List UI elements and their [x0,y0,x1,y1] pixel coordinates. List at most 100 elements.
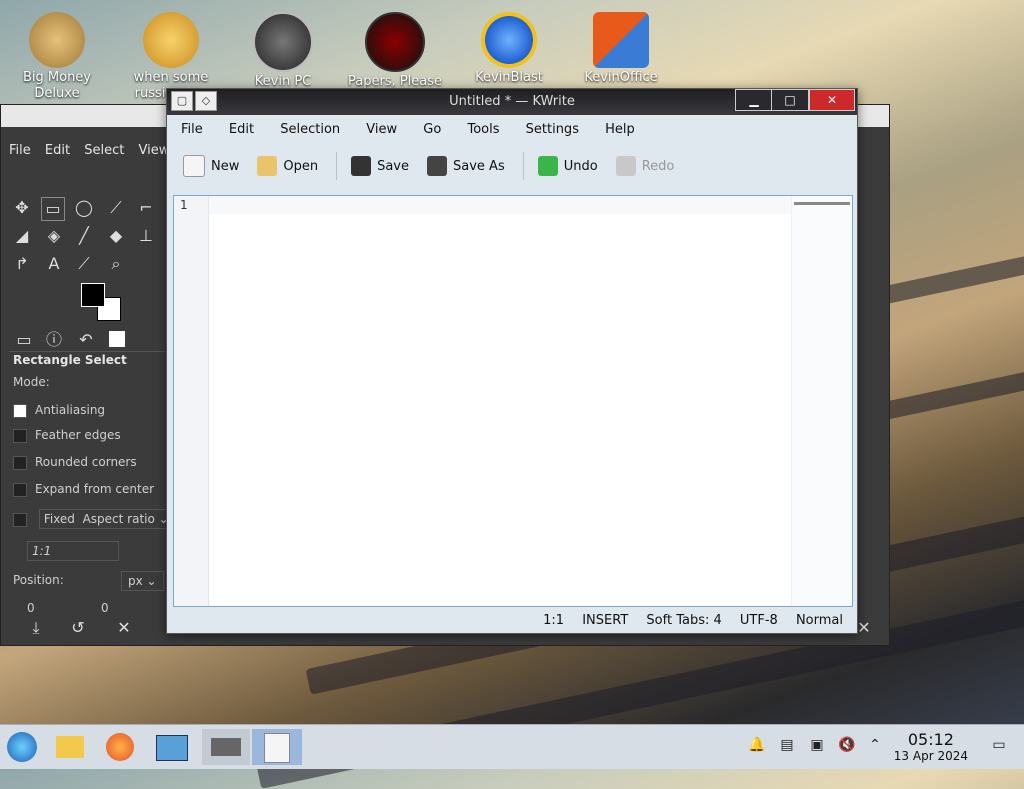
bucket-fill-tool-icon[interactable]: ◈ [43,225,65,247]
notifications-icon[interactable]: 🔔 [748,737,766,755]
antialiasing-option[interactable]: Antialiasing [13,403,105,418]
eraser-tool-icon[interactable]: ◆ [105,225,127,247]
chevron-up-icon[interactable]: ⌃ [866,737,884,755]
indentation-setting[interactable]: Soft Tabs: 4 [646,613,721,628]
crop-tool-icon[interactable]: ⌐ [135,197,157,219]
input-mode[interactable]: Normal [796,613,843,628]
delete-icon[interactable]: ✕ [113,617,135,639]
clipboard-icon[interactable]: ▤ [778,737,796,755]
papers-please-icon [365,12,425,72]
window-title: Untitled * — KWrite [449,94,575,109]
clock[interactable]: 05:12 13 Apr 2024 [894,731,968,764]
gauge-icon [253,12,313,72]
path-tool-icon[interactable]: ↱ [11,253,33,275]
move-tool-icon[interactable]: ✥ [11,197,33,219]
menu-view[interactable]: View [366,122,397,137]
save-as-button[interactable]: Save As [427,156,505,176]
desktop-icon-papers-please[interactable]: Papers, Please [340,6,450,90]
menu-selection[interactable]: Selection [280,122,340,137]
app-menu-icon[interactable]: ▢ [171,91,193,111]
maximize-button[interactable]: □ [771,89,809,111]
toolbar-separator [336,152,338,180]
foreground-color-swatch[interactable] [81,283,105,307]
ratio-input[interactable]: 1:1 [27,541,119,561]
position-unit-dropdown[interactable]: px ⌄ [121,571,164,591]
redo-button[interactable]: Redo [615,156,674,176]
redo-arrow-icon [615,156,636,176]
position-label: Position: [13,573,64,587]
rounded-corners-option[interactable]: Rounded corners [13,455,137,470]
mode-label: Mode: [13,375,50,389]
gimp-icon [211,738,241,756]
position-y-input[interactable]: 0 [101,601,109,615]
color-picker-tool-icon[interactable]: ⟋ [73,253,95,275]
save-button[interactable]: Save [351,156,409,176]
checkbox-icon[interactable] [13,512,27,527]
images-tab-icon[interactable] [109,331,125,347]
lasso-tool-icon[interactable]: ◯ [73,197,95,219]
tool-options-tab-icon[interactable]: ▭ [13,329,35,351]
current-line-highlight [209,196,852,214]
taskbar-firefox[interactable] [100,729,140,765]
pin-icon[interactable]: ◇ [195,91,217,111]
checkbox-icon[interactable] [13,428,27,443]
expand-from-center-option[interactable]: Expand from center [13,482,154,497]
zoom-tool-icon[interactable]: ⌕ [105,253,127,275]
menu-go[interactable]: Go [423,122,441,137]
show-desktop-icon[interactable]: ▭ [990,737,1008,755]
taskbar-gimp[interactable] [202,729,250,765]
taskbar-file-manager[interactable] [50,729,90,765]
volume-muted-icon[interactable]: 🔇 [838,737,856,755]
restore-icon[interactable]: ↺ [67,617,89,639]
minimap-handle[interactable] [794,202,850,205]
checkbox-icon[interactable] [13,455,27,470]
transform-tool-icon[interactable]: ◢ [11,225,33,247]
undo-history-tab-icon[interactable]: ↶ [75,329,97,351]
device-status-tab-icon[interactable]: ⓘ [43,329,65,351]
checkbox-icon[interactable] [13,482,27,497]
menu-edit[interactable]: Edit [229,122,254,137]
line-number: 1 [180,198,188,212]
close-button[interactable]: ✕ [809,89,855,111]
start-menu-button[interactable] [2,729,42,765]
menu-help[interactable]: Help [605,122,635,137]
menu-file[interactable]: File [181,122,203,137]
menu-settings[interactable]: Settings [526,122,579,137]
fixed-dropdown[interactable]: Fixed Aspect ratio ⌄ [38,509,174,529]
feather-edges-option[interactable]: Feather edges [13,428,121,443]
open-button[interactable]: Open [257,156,318,176]
minimap-scrollbar[interactable] [791,196,852,606]
gimp-menu-view[interactable]: View [138,143,169,158]
save-tool-preset-icon[interactable]: ⤓ [25,617,47,639]
gimp-menubar: File Edit Select View [9,143,179,158]
text-tool-icon[interactable]: A [43,253,65,275]
paintbrush-tool-icon[interactable]: ╱ [73,225,95,247]
gimp-menu-file[interactable]: File [9,143,31,158]
menu-tools[interactable]: Tools [467,122,499,137]
gimp-menu-edit[interactable]: Edit [45,143,70,158]
text-editor[interactable]: 1 [173,195,853,607]
checkbox-checked-icon[interactable] [13,403,27,418]
burst-icon [481,12,537,68]
gimp-menu-select[interactable]: Select [84,143,124,158]
rect-select-tool-icon[interactable]: ▭ [41,197,65,221]
taskbar-kwrite[interactable] [252,729,302,765]
money-bag-icon [29,12,85,68]
insert-mode[interactable]: INSERT [582,613,628,628]
fixed-option[interactable]: Fixed Aspect ratio ⌄ [13,509,174,529]
line-number-gutter: 1 [174,196,209,606]
kwrite-titlebar[interactable]: ▢ ◇ Untitled * — KWrite ▁ □ ✕ [167,89,857,115]
desktop-icon-kevinoffice[interactable]: KevinOffice [566,6,676,86]
desktop-icon-big-money[interactable]: Big Money Deluxe [2,6,112,102]
taskbar-system-settings[interactable] [152,729,192,765]
desktop-icon-kevinblast[interactable]: KevinBlast [454,6,564,86]
minimize-button[interactable]: ▁ [735,89,773,111]
position-x-input[interactable]: 0 [27,601,35,615]
fuzzy-select-tool-icon[interactable]: ⟋ [105,197,127,219]
cursor-position[interactable]: 1:1 [543,613,564,628]
encoding[interactable]: UTF-8 [740,613,778,628]
clone-tool-icon[interactable]: ⊥ [135,225,157,247]
storage-icon[interactable]: ▣ [808,737,826,755]
undo-button[interactable]: Undo [537,156,598,176]
new-button[interactable]: New [183,155,239,177]
